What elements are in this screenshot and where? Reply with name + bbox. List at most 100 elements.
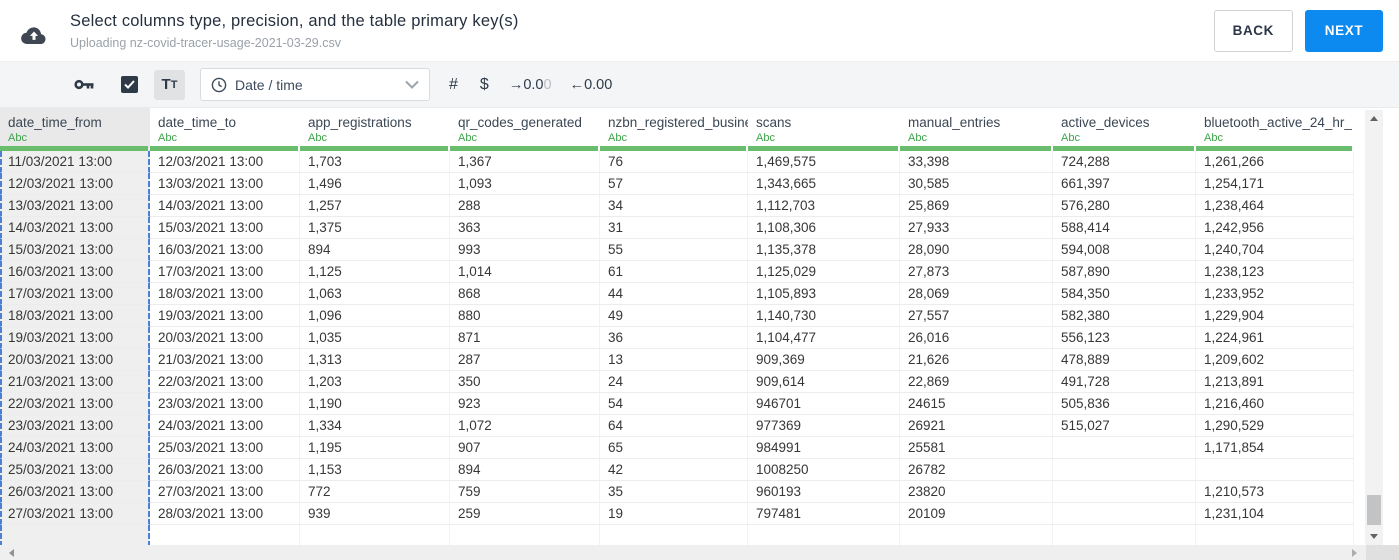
table-cell[interactable]: 1,254,171 bbox=[1196, 173, 1354, 195]
table-cell[interactable]: 25,869 bbox=[900, 195, 1053, 217]
increase-decimal-button[interactable]: ← 0.00 bbox=[570, 77, 613, 93]
table-cell[interactable]: 24/03/2021 13:00 bbox=[0, 437, 150, 459]
table-cell[interactable]: 1,216,460 bbox=[1196, 393, 1354, 415]
table-cell[interactable]: 1,224,961 bbox=[1196, 327, 1354, 349]
table-cell[interactable]: 13/03/2021 13:00 bbox=[150, 173, 300, 195]
vertical-scrollbar-thumb[interactable] bbox=[1367, 495, 1381, 525]
table-cell[interactable]: 661,397 bbox=[1053, 173, 1196, 195]
table-cell[interactable]: 594,008 bbox=[1053, 239, 1196, 261]
table-cell[interactable]: 1,343,665 bbox=[748, 173, 900, 195]
table-cell[interactable]: 24615 bbox=[900, 393, 1053, 415]
text-type-button[interactable]: TT bbox=[154, 69, 185, 100]
table-cell[interactable]: 1,229,904 bbox=[1196, 305, 1354, 327]
table-cell[interactable]: 797481 bbox=[748, 503, 900, 525]
primary-key-checkbox[interactable] bbox=[121, 76, 138, 93]
decrease-decimal-button[interactable]: → 0.0 0 bbox=[509, 77, 552, 93]
table-cell[interactable]: 76 bbox=[600, 151, 748, 173]
table-cell[interactable]: 20/03/2021 13:00 bbox=[0, 349, 150, 371]
table-cell[interactable]: 49 bbox=[600, 305, 748, 327]
table-cell[interactable]: 20109 bbox=[900, 503, 1053, 525]
table-cell[interactable]: 26,016 bbox=[900, 327, 1053, 349]
column-type-select[interactable]: Date / time bbox=[200, 68, 430, 101]
table-cell[interactable]: 18/03/2021 13:00 bbox=[150, 283, 300, 305]
table-cell[interactable]: 31 bbox=[600, 217, 748, 239]
table-cell[interactable]: 54 bbox=[600, 393, 748, 415]
table-cell[interactable]: 1,112,703 bbox=[748, 195, 900, 217]
table-cell[interactable]: 1,153 bbox=[300, 459, 450, 481]
table-cell[interactable]: 24 bbox=[600, 371, 748, 393]
column-header-app_registrations[interactable]: app_registrations Abc bbox=[300, 108, 450, 151]
table-cell[interactable]: 27/03/2021 13:00 bbox=[150, 481, 300, 503]
table-cell[interactable]: 1,367 bbox=[450, 151, 600, 173]
table-cell[interactable]: 28/03/2021 13:00 bbox=[150, 503, 300, 525]
table-cell[interactable]: 42 bbox=[600, 459, 748, 481]
column-header-nzbn_registered_busine[interactable]: nzbn_registered_busine Abc bbox=[600, 108, 748, 151]
table-cell[interactable]: 977369 bbox=[748, 415, 900, 437]
table-cell[interactable]: 1,104,477 bbox=[748, 327, 900, 349]
column-header-scans[interactable]: scans Abc bbox=[748, 108, 900, 151]
next-button[interactable]: NEXT bbox=[1305, 9, 1383, 52]
table-cell[interactable]: 25/03/2021 13:00 bbox=[0, 459, 150, 481]
table-cell[interactable]: 1,135,378 bbox=[748, 239, 900, 261]
table-cell[interactable]: 587,890 bbox=[1053, 261, 1196, 283]
currency-type-button[interactable]: $ bbox=[480, 76, 489, 94]
table-cell[interactable]: 1,096 bbox=[300, 305, 450, 327]
table-cell[interactable]: 350 bbox=[450, 371, 600, 393]
table-cell[interactable]: 1,313 bbox=[300, 349, 450, 371]
table-cell[interactable]: 11/03/2021 13:00 bbox=[0, 151, 150, 173]
table-cell[interactable]: 27,873 bbox=[900, 261, 1053, 283]
table-cell[interactable]: 26/03/2021 13:00 bbox=[0, 481, 150, 503]
table-cell[interactable]: 894 bbox=[300, 239, 450, 261]
column-header-manual_entries[interactable]: manual_entries Abc bbox=[900, 108, 1053, 151]
table-cell[interactable]: 1,213,891 bbox=[1196, 371, 1354, 393]
vertical-scrollbar[interactable] bbox=[1365, 110, 1383, 545]
column-header-qr_codes_generated[interactable]: qr_codes_generated Abc bbox=[450, 108, 600, 151]
table-cell[interactable]: 24/03/2021 13:00 bbox=[150, 415, 300, 437]
table-cell[interactable]: 259 bbox=[450, 503, 600, 525]
column-header-date_time_from[interactable]: date_time_from Abc bbox=[0, 108, 150, 151]
table-cell[interactable]: 1,125 bbox=[300, 261, 450, 283]
table-cell[interactable]: 13/03/2021 13:00 bbox=[0, 195, 150, 217]
column-header-active_devices[interactable]: active_devices Abc bbox=[1053, 108, 1196, 151]
column-header-date_time_to[interactable]: date_time_to Abc bbox=[150, 108, 300, 151]
table-cell[interactable]: 22/03/2021 13:00 bbox=[150, 371, 300, 393]
table-cell[interactable]: 576,280 bbox=[1053, 195, 1196, 217]
table-cell[interactable]: 19 bbox=[600, 503, 748, 525]
table-cell[interactable]: 993 bbox=[450, 239, 600, 261]
table-cell[interactable] bbox=[1196, 459, 1354, 481]
table-cell[interactable]: 984991 bbox=[748, 437, 900, 459]
table-cell[interactable]: 1,238,464 bbox=[1196, 195, 1354, 217]
table-cell[interactable]: 1,209,602 bbox=[1196, 349, 1354, 371]
primary-key-icon[interactable] bbox=[74, 78, 95, 91]
table-cell[interactable]: 12/03/2021 13:00 bbox=[0, 173, 150, 195]
table-cell[interactable] bbox=[1053, 481, 1196, 503]
table-cell[interactable]: 1,334 bbox=[300, 415, 450, 437]
table-cell[interactable]: 868 bbox=[450, 283, 600, 305]
table-cell[interactable]: 30,585 bbox=[900, 173, 1053, 195]
table-cell[interactable]: 1,242,956 bbox=[1196, 217, 1354, 239]
table-cell[interactable]: 1,238,123 bbox=[1196, 261, 1354, 283]
table-cell[interactable]: 1,240,704 bbox=[1196, 239, 1354, 261]
scroll-right-arrow-icon[interactable] bbox=[1352, 548, 1357, 557]
table-cell[interactable]: 12/03/2021 13:00 bbox=[150, 151, 300, 173]
table-cell[interactable]: 1008250 bbox=[748, 459, 900, 481]
table-cell[interactable]: 923 bbox=[450, 393, 600, 415]
column-header-bluetooth_active_24_hr_[interactable]: bluetooth_active_24_hr_ Abc bbox=[1196, 108, 1354, 151]
table-cell[interactable]: 582,380 bbox=[1053, 305, 1196, 327]
table-cell[interactable]: 18/03/2021 13:00 bbox=[0, 305, 150, 327]
table-cell[interactable]: 1,195 bbox=[300, 437, 450, 459]
table-cell[interactable]: 556,123 bbox=[1053, 327, 1196, 349]
table-cell[interactable]: 27,933 bbox=[900, 217, 1053, 239]
table-cell[interactable]: 15/03/2021 13:00 bbox=[150, 217, 300, 239]
table-cell[interactable]: 22,869 bbox=[900, 371, 1053, 393]
table-cell[interactable]: 64 bbox=[600, 415, 748, 437]
table-cell[interactable]: 13 bbox=[600, 349, 748, 371]
table-cell[interactable]: 28,069 bbox=[900, 283, 1053, 305]
table-cell[interactable]: 19/03/2021 13:00 bbox=[150, 305, 300, 327]
table-cell[interactable]: 1,496 bbox=[300, 173, 450, 195]
table-cell[interactable]: 33,398 bbox=[900, 151, 1053, 173]
table-cell[interactable]: 19/03/2021 13:00 bbox=[0, 327, 150, 349]
table-cell[interactable]: 16/03/2021 13:00 bbox=[150, 239, 300, 261]
table-cell[interactable]: 1,072 bbox=[450, 415, 600, 437]
table-cell[interactable]: 25581 bbox=[900, 437, 1053, 459]
